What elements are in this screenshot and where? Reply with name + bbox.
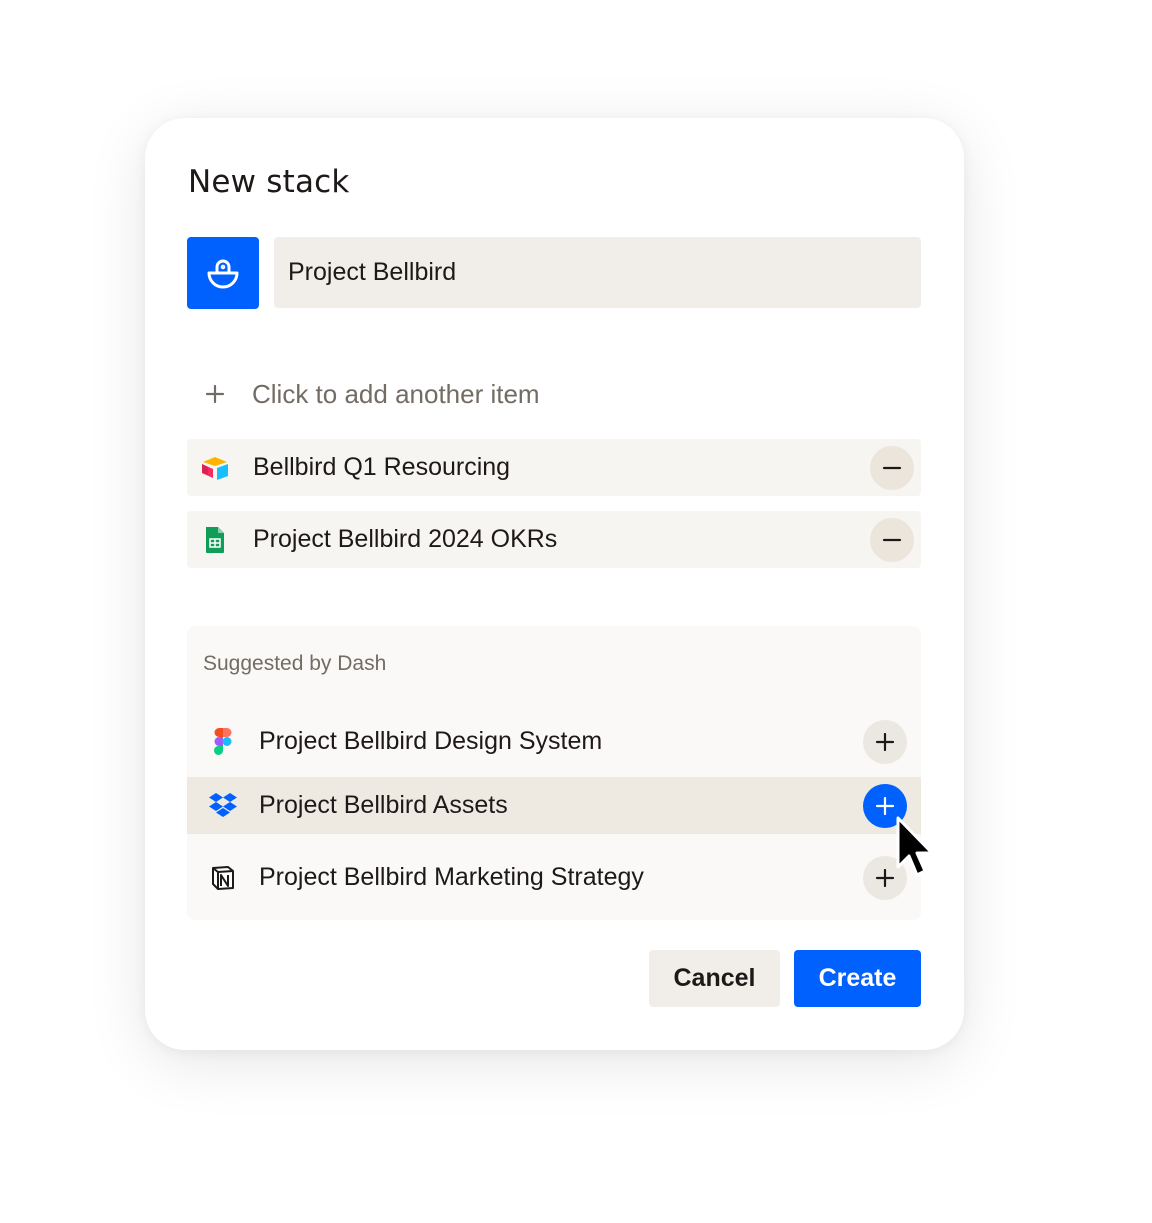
stack-item-label: Project Bellbird 2024 OKRs: [253, 525, 558, 553]
remove-item-button[interactable]: [870, 517, 914, 562]
cancel-button[interactable]: Cancel: [649, 950, 780, 1007]
add-item-button[interactable]: Click to add another item: [188, 368, 921, 420]
suggestion-label: Project Bellbird Assets: [259, 791, 508, 819]
stack-item-label: Bellbird Q1 Resourcing: [253, 453, 511, 481]
minus-icon: [882, 538, 902, 541]
new-stack-dialog: New stack Click to add another item Bell…: [145, 118, 964, 1050]
suggestion-label: Project Bellbird Marketing Strategy: [259, 863, 644, 891]
dropbox-icon: [187, 792, 259, 819]
suggestions-title: Suggested by Dash: [203, 652, 387, 675]
figma-icon: [187, 728, 259, 755]
notion-icon: [187, 865, 259, 891]
bellbird-icon: [207, 259, 239, 289]
create-button[interactable]: Create: [794, 950, 921, 1007]
minus-icon: [882, 466, 902, 469]
stack-icon-picker-button[interactable]: [187, 237, 259, 309]
dialog-title: New stack: [188, 164, 350, 200]
mouse-cursor-icon: [896, 816, 934, 877]
stack-name-input[interactable]: [274, 237, 921, 308]
remove-item-button[interactable]: [870, 445, 914, 490]
plus-icon: [875, 732, 895, 751]
add-item-label: Click to add another item: [252, 378, 540, 409]
google-sheets-icon: [187, 526, 243, 554]
suggestion-row[interactable]: Project Bellbird Marketing Strategy: [187, 849, 921, 906]
airtable-icon: [187, 455, 243, 481]
plus-icon: [875, 796, 895, 815]
suggestion-label: Project Bellbird Design System: [259, 727, 603, 755]
suggestion-row[interactable]: Project Bellbird Design System: [187, 713, 921, 770]
stack-item: Bellbird Q1 Resourcing: [187, 439, 921, 496]
plus-icon: [188, 384, 242, 404]
suggestion-row-hovered[interactable]: Project Bellbird Assets: [187, 777, 921, 834]
add-suggestion-button[interactable]: [863, 719, 907, 764]
plus-icon: [875, 868, 895, 887]
stack-item: Project Bellbird 2024 OKRs: [187, 511, 921, 568]
